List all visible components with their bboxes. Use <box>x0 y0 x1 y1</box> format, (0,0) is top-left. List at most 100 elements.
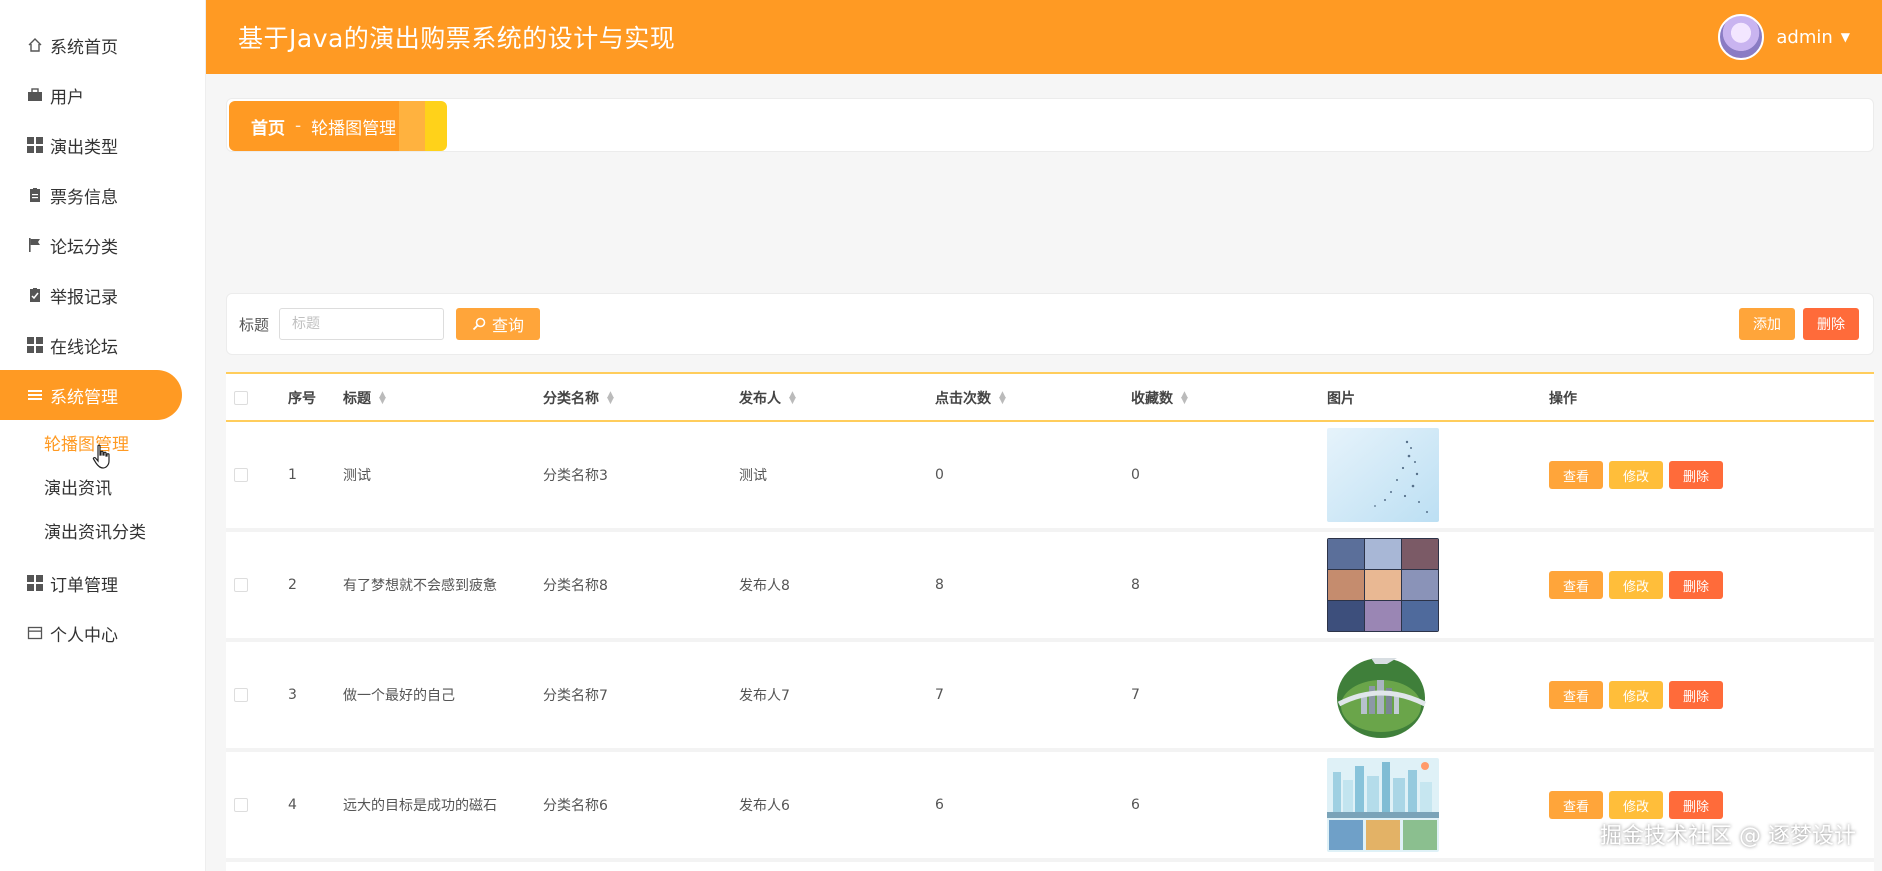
table-row: 1 测试 分类名称3 测试 0 0 查看 修改 删除 <box>226 422 1874 532</box>
carousel-image-city[interactable] <box>1327 758 1439 852</box>
hand-cursor-icon <box>92 444 110 469</box>
sidebar-item-label: 用户 <box>50 87 84 108</box>
edit-button[interactable]: 修改 <box>1609 681 1663 709</box>
sidebar-item-label: 演出类型 <box>50 137 118 158</box>
row-clicks: 7 <box>935 687 944 703</box>
grid-icon <box>26 574 44 592</box>
row-index: 1 <box>288 467 297 483</box>
sidebar-item-label: 论坛分类 <box>50 237 118 258</box>
edit-button[interactable]: 修改 <box>1609 791 1663 819</box>
header-favorites[interactable]: 收藏数 ▲ ▼ <box>1131 374 1188 422</box>
sidebar-item-tickets[interactable]: 票务信息 <box>0 170 205 220</box>
row-title: 测试 <box>343 468 371 484</box>
add-button[interactable]: 添加 <box>1739 308 1795 340</box>
user-menu[interactable]: admin ▼ <box>1718 14 1850 60</box>
row-favorites: 8 <box>1131 577 1140 593</box>
sidebar-item-reports[interactable]: 举报记录 <box>0 270 205 320</box>
row-clicks: 0 <box>935 467 944 483</box>
view-button[interactable]: 查看 <box>1549 571 1603 599</box>
query-button[interactable]: 查询 <box>456 308 541 340</box>
sidebar-item-label: 订单管理 <box>50 575 118 596</box>
sidebar-item-orders[interactable]: 订单管理 <box>0 558 205 608</box>
username: admin <box>1776 26 1833 48</box>
app-title: 基于Java的演出购票系统的设计与实现 <box>238 24 676 53</box>
delete-button[interactable]: 删除 <box>1669 681 1723 709</box>
header-publisher[interactable]: 发布人 ▲ ▼ <box>739 374 796 422</box>
row-publisher: 测试 <box>739 468 767 484</box>
delete-button[interactable]: 删除 <box>1669 571 1723 599</box>
delete-button[interactable]: 删除 <box>1669 791 1723 819</box>
sort-icon: ▲ ▼ <box>999 390 1006 406</box>
sidebar-item-label: 系统首页 <box>50 37 118 58</box>
header-clicks[interactable]: 点击次数 ▲ ▼ <box>935 374 1006 422</box>
table-header: 序号 标题 ▲ ▼ 分类名称 ▲ ▼ 发布人 ▲ ▼ 点击次数 ▲ ▼ 收藏数 ▲ ▼ 图片 操作 <box>226 374 1874 422</box>
breadcrumb-card: 首页 - 轮播图管理 <box>226 98 1874 152</box>
row-title: 远大的目标是成功的磁石 <box>343 798 497 814</box>
avatar[interactable] <box>1718 14 1765 60</box>
search-bar: 标题 查询 添加 删除 <box>226 293 1874 355</box>
row-actions: 查看 修改 删除 <box>1549 642 1729 748</box>
table-row: 3 做一个最好的自己 分类名称7 发布人7 7 7 查看 修改 删除 <box>226 642 1874 752</box>
check-clipboard-icon <box>26 286 44 304</box>
briefcase-icon <box>26 86 44 104</box>
view-button[interactable]: 查看 <box>1549 791 1603 819</box>
header-actions: 操作 <box>1549 391 1577 407</box>
grid-icon <box>26 136 44 154</box>
breadcrumb-home[interactable]: 首页 <box>251 114 285 139</box>
view-button[interactable]: 查看 <box>1549 681 1603 709</box>
carousel-image-grid[interactable] <box>1327 538 1439 632</box>
submenu-item-show-news-categories[interactable]: 演出资讯分类 <box>0 508 205 552</box>
row-actions: 查看 修改 删除 <box>1549 422 1729 528</box>
search-icon <box>472 317 486 331</box>
header-publisher-label: 发布人 <box>739 391 781 407</box>
header-index: 序号 <box>288 391 316 407</box>
sidebar-item-home[interactable]: 系统首页 <box>0 20 205 70</box>
header-category[interactable]: 分类名称 ▲ ▼ <box>543 374 614 422</box>
home-icon <box>26 36 44 54</box>
row-checkbox[interactable] <box>234 468 248 482</box>
sidebar-item-forum-categories[interactable]: 论坛分类 <box>0 220 205 270</box>
submenu-item-label: 演出资讯分类 <box>44 522 146 543</box>
row-checkbox[interactable] <box>234 798 248 812</box>
sort-icon: ▲ ▼ <box>789 390 796 406</box>
title-search-input[interactable] <box>279 308 445 340</box>
row-category: 分类名称6 <box>543 798 608 814</box>
select-all-checkbox[interactable] <box>234 391 248 405</box>
header-title[interactable]: 标题 ▲ ▼ <box>343 374 386 422</box>
sidebar-item-system-management[interactable]: 系统管理 <box>0 370 182 420</box>
row-actions: 查看 修改 删除 <box>1549 532 1729 638</box>
batch-delete-button[interactable]: 删除 <box>1803 308 1859 340</box>
toolbar-actions: 添加 删除 <box>1739 308 1859 340</box>
sidebar-item-label: 系统管理 <box>50 387 118 408</box>
clipboard-icon <box>26 186 44 204</box>
row-category: 分类名称8 <box>543 578 608 594</box>
sidebar-item-label: 举报记录 <box>50 287 118 308</box>
breadcrumb-separator: - <box>295 116 302 136</box>
sidebar-item-online-forum[interactable]: 在线论坛 <box>0 320 205 370</box>
breadcrumb: 首页 - 轮播图管理 <box>229 101 447 151</box>
row-publisher: 发布人7 <box>739 688 790 704</box>
delete-button[interactable]: 删除 <box>1669 461 1723 489</box>
sidebar-item-label: 票务信息 <box>50 187 118 208</box>
card-icon <box>26 624 44 642</box>
sort-icon: ▲ ▼ <box>1181 390 1188 406</box>
sidebar-item-users[interactable]: 用户 <box>0 70 205 120</box>
sidebar-item-personal-center[interactable]: 个人中心 <box>0 608 205 658</box>
view-button[interactable]: 查看 <box>1549 461 1603 489</box>
carousel-image-globe[interactable] <box>1327 648 1439 742</box>
chevron-down-icon: ▼ <box>1840 30 1850 44</box>
carousel-image-sky[interactable] <box>1327 428 1439 522</box>
row-checkbox[interactable] <box>234 688 248 702</box>
edit-button[interactable]: 修改 <box>1609 461 1663 489</box>
row-index: 2 <box>288 577 297 593</box>
submenu-item-show-news[interactable]: 演出资讯 <box>0 464 205 508</box>
row-checkbox[interactable] <box>234 578 248 592</box>
breadcrumb-current: 轮播图管理 <box>311 118 397 139</box>
sidebar-item-show-types[interactable]: 演出类型 <box>0 120 205 170</box>
row-category: 分类名称7 <box>543 688 608 704</box>
row-index: 4 <box>288 797 297 813</box>
edit-button[interactable]: 修改 <box>1609 571 1663 599</box>
query-button-label: 查询 <box>492 318 525 335</box>
menu-icon <box>26 386 44 404</box>
header-favorites-label: 收藏数 <box>1131 391 1173 407</box>
